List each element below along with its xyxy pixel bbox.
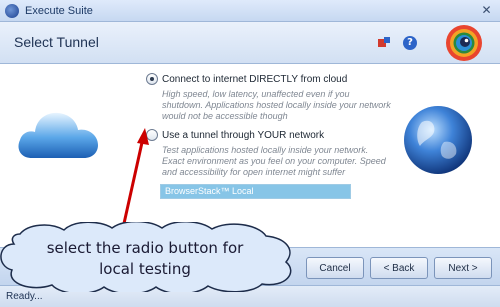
direct-internet-description: High speed, low latency, unaffected even… [162, 89, 391, 121]
page-title: Select Tunnel [14, 34, 99, 50]
annotation-text: select the radio button for local testin… [0, 238, 290, 280]
cloud-icon [18, 112, 98, 158]
direct-internet-label[interactable]: Connect to internet DIRECTLY from cloud [162, 74, 347, 85]
annotation-line-2: local testing [99, 260, 191, 278]
app-icon [5, 3, 19, 18]
title-bar: Execute Suite ✕ [0, 0, 500, 22]
annotation-line-1: select the radio button for [46, 239, 244, 257]
cancel-button[interactable]: Cancel [306, 257, 364, 279]
wizard-header: Select Tunnel ? [0, 22, 500, 64]
back-button[interactable]: < Back [370, 257, 428, 279]
local-tunnel-radio[interactable] [146, 129, 158, 141]
close-button[interactable]: ✕ [478, 3, 495, 19]
local-tunnel-label[interactable]: Use a tunnel through YOUR network [162, 130, 324, 141]
status-text: Ready... [6, 291, 43, 302]
tools-icon[interactable] [377, 36, 391, 50]
content-panel: Connect to internet DIRECTLY from cloud … [0, 64, 500, 247]
window-title: Execute Suite [25, 4, 93, 17]
local-tunnel-description: Test applications hosted locally inside … [162, 145, 386, 177]
next-button[interactable]: Next > [434, 257, 492, 279]
globe-icon [404, 106, 472, 174]
direct-internet-radio[interactable] [146, 73, 158, 85]
help-icon[interactable]: ? [403, 36, 417, 50]
browserstack-logo [446, 25, 482, 61]
tunnel-name-field[interactable]: BrowserStack™ Local [160, 184, 351, 199]
